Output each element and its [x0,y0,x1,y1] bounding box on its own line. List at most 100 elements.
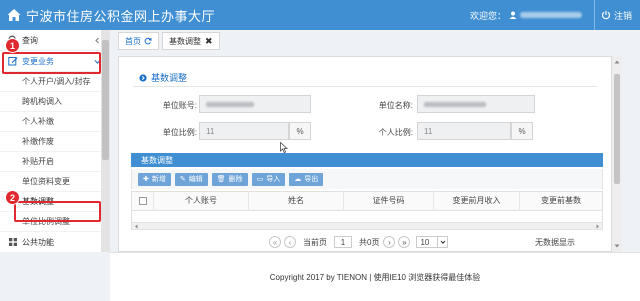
scrollbar-thumb[interactable] [614,74,620,184]
personal-ratio-label: 个人比例: [378,128,413,137]
export-button[interactable]: ☁ 导出 [289,172,324,186]
highlight-change-business [2,52,101,74]
prev-page-button[interactable]: ‹ [284,236,296,248]
mouse-cursor-icon [280,142,288,153]
sidebar-item-label: 公共功能 [22,237,54,247]
unit-ratio-percent: % [289,122,311,140]
sidebar-subitem[interactable]: 跨机构调入 [0,92,109,112]
column-header[interactable]: 变更前基数 [520,191,602,211]
sidebar-scrollbar[interactable] [101,30,110,252]
unit-name-field[interactable] [417,95,535,113]
unit-name-label: 单位名称: [378,101,413,110]
column-header[interactable]: 变更前月收入 [434,191,520,211]
tab-base-adjust[interactable]: 基数调整 ✖ [162,32,220,50]
total-pages-label: 共0页 [359,237,380,247]
pencil-icon: ✎ [179,176,186,183]
next-page-button[interactable]: › [383,236,396,248]
sidebar-subitem[interactable]: 个人补缴 [0,112,109,132]
column-header[interactable]: 个人账号 [154,191,249,211]
scroll-down-icon[interactable] [614,243,620,249]
select-all-cell [132,191,154,211]
tab-home[interactable]: 首页 [118,32,159,50]
grid-horizontal-scrollbar[interactable] [131,222,603,230]
current-page-label: 当前页 [303,237,327,247]
trash-icon: 🗑 [216,176,226,183]
tab-label: 基数调整 [169,36,201,46]
app-header: 宁波市住房公积金网上办事大厅 欢迎您： 注销 [0,0,640,30]
delete-label: 删除 [228,176,243,183]
redacted-value [424,101,486,107]
username-redacted [519,12,582,18]
personal-ratio-field[interactable]: 11 [417,122,511,140]
app-title: 宁波市住房公积金网上办事大厅 [26,8,216,24]
unit-ratio-field[interactable]: 11 [199,122,289,140]
unit-ratio-label: 单位比例: [162,128,197,137]
grid-toolbar: ✚ 新增 ✎ 编辑 🗑 删除 ▭ 导入 ☁ 导出 [131,169,603,189]
sidebar-subitem[interactable]: 补贴开启 [0,152,109,172]
scrollbar-thumb[interactable] [102,40,109,160]
edit-button[interactable]: ✎ 编辑 [174,172,208,186]
import-button[interactable]: ▭ 导入 [251,172,286,186]
logo: 宁波市住房公积金网上办事大厅 [0,6,215,25]
welcome-text: 欢迎您： [470,9,582,22]
select-all-checkbox[interactable] [138,197,147,205]
edit-label: 编辑 [188,176,203,183]
logout-label: 注销 [613,10,632,21]
main-panel: 基数调整 单位账号: 单位名称: 单位比例: 11 % 个人比例: 11 % 基… [118,56,612,252]
tab-bar: 首页 基数调整 ✖ [118,32,223,50]
header-divider [593,0,595,30]
grid-section-title: 基数调整 [131,153,603,167]
highlight-base-adjust [14,201,101,222]
first-page-button[interactable]: « [269,236,281,248]
user-icon [509,11,517,19]
export-label: 导出 [304,176,319,183]
page-size-select[interactable]: 10 [416,236,449,248]
folder-icon: ▭ [256,176,264,183]
logout-button[interactable]: 注销 [601,9,640,22]
sidebar-subitem[interactable]: 个人开户/调入/封存 [0,72,109,92]
panel-title: 基数调整 [139,71,187,84]
scroll-up-icon[interactable] [614,59,620,65]
tab-label: 首页 [125,36,141,46]
footer-text: Copyright 2017 by TIENON | 使用IE10 浏览器获得最… [269,272,481,282]
cloud-icon: ☁ [294,176,302,183]
home-icon [7,9,21,21]
plus-icon: ✚ [143,176,149,183]
step-badge-2: 2 [5,190,20,205]
pagination: « ‹ 当前页 1 共0页 › » 10 [269,235,449,249]
scroll-right-icon[interactable] [595,224,600,229]
panel-title-text: 基数调整 [151,73,188,83]
redacted-value [206,101,254,107]
refresh-icon[interactable] [144,37,152,45]
sidebar-item-label: 查询 [22,35,38,45]
add-button[interactable]: ✚ 新增 [138,172,171,186]
scroll-left-icon[interactable] [134,224,139,229]
sidebar-item-public[interactable]: 公共功能 [0,232,109,252]
footer: Copyright 2017 by TIENON | 使用IE10 浏览器获得最… [110,252,640,301]
chevron-left-icon [95,37,99,44]
unit-account-field[interactable] [199,95,311,113]
personal-ratio-percent: % [511,122,533,140]
close-icon[interactable]: ✖ [205,36,213,47]
column-header[interactable]: 证件号码 [344,191,434,211]
unit-account-label: 单位账号: [162,101,197,110]
grid-icon [9,238,17,246]
power-icon [601,10,611,20]
panel-scrollbar[interactable] [612,56,622,252]
import-label: 导入 [266,176,281,183]
delete-button[interactable]: 🗑 删除 [211,172,248,186]
grid-header-row: 个人账号 姓名 证件号码 变更前月收入 变更前基数 [131,191,603,211]
welcome-label: 欢迎您： [469,10,506,21]
no-data-text: 无数据显示 [535,238,575,247]
column-header[interactable]: 姓名 [249,191,344,211]
page-number-input[interactable]: 1 [334,236,352,248]
last-page-button[interactable]: » [398,236,411,248]
page-size-value: 10 [420,237,430,247]
sidebar-subitem[interactable]: 单位资料变更 [0,172,109,192]
chevron-down-icon [437,237,447,247]
add-label: 新增 [151,176,166,183]
arrow-circle-icon [139,73,147,82]
panel-divider [133,86,597,87]
sidebar-subitem[interactable]: 补缴作废 [0,132,109,152]
step-badge-1: 1 [5,38,20,53]
